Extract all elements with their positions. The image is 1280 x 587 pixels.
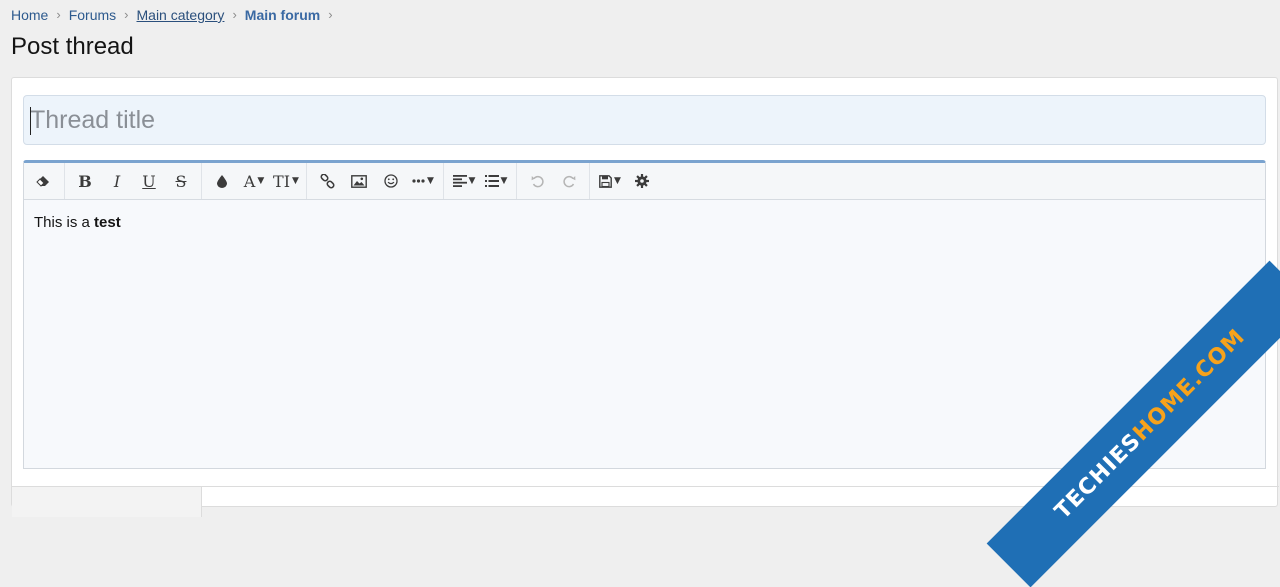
breadcrumb-separator: › [124,7,128,22]
editor-text: This is a [34,214,94,231]
strikethrough-button[interactable]: S [165,167,197,195]
toolbar-group-text-style: B I U S [65,163,202,199]
insert-link-button[interactable] [311,167,343,195]
editor-toolbar: B I U S A▼ TI▼ [24,163,1265,200]
undo-button[interactable] [521,167,553,195]
redo-button[interactable] [553,167,585,195]
redo-icon [563,175,576,188]
image-icon [351,175,367,188]
align-button[interactable]: ▼ [448,167,480,195]
editor-bold-text: test [94,214,121,231]
chevron-down-icon: ▼ [292,176,299,186]
gear-icon [635,174,649,188]
chevron-down-icon: ▼ [257,176,264,186]
eraser-icon [36,175,52,187]
save-icon [599,175,612,188]
footer-left-cell [12,487,202,517]
chevron-down-icon: ▼ [469,176,476,186]
breadcrumb-separator: › [56,7,60,22]
breadcrumb-separator: › [232,7,236,22]
smiley-icon [384,174,398,188]
drafts-button[interactable]: ▼ [594,167,626,195]
toolbar-group-history [517,163,590,199]
toolbar-group-misc: ▼ [590,163,662,199]
align-left-icon [453,175,467,187]
more-options-button[interactable]: ▼ [407,167,439,195]
breadcrumb: Home › Forums › Main category › Main for… [11,7,341,23]
bold-button[interactable]: B [69,167,101,195]
font-size-label: TI [273,172,290,191]
text-color-button[interactable] [206,167,238,195]
ellipsis-icon [412,179,425,183]
font-family-button[interactable]: A▼ [238,167,270,195]
remove-formatting-button[interactable] [28,167,60,195]
toolbar-group-paragraph: ▼ ▼ [444,163,517,199]
editor-content-area[interactable]: This is a test [24,200,1265,245]
settings-button[interactable] [626,167,658,195]
breadcrumb-main-forum-link[interactable]: Main forum [245,7,320,23]
font-family-label: A [244,172,256,191]
font-size-button[interactable]: TI▼ [270,167,302,195]
toolbar-group-font: A▼ TI▼ [202,163,307,199]
toolbar-group-clear [24,163,65,199]
droplet-icon [217,175,227,188]
underline-button[interactable]: U [133,167,165,195]
link-icon [320,174,335,189]
breadcrumb-separator: › [328,7,332,22]
breadcrumb-home-link[interactable]: Home [11,7,48,23]
list-button[interactable]: ▼ [480,167,512,195]
text-caret [30,107,31,135]
chevron-down-icon: ▼ [501,176,508,186]
insert-image-button[interactable] [343,167,375,195]
italic-button[interactable]: I [101,167,133,195]
breadcrumb-main-category-link[interactable]: Main category [137,7,225,23]
chevron-down-icon: ▼ [427,176,434,186]
smilies-button[interactable] [375,167,407,195]
toolbar-group-insert: ▼ [307,163,444,199]
rich-text-editor: B I U S A▼ TI▼ [23,160,1266,469]
undo-icon [531,175,544,188]
breadcrumb-forums-link[interactable]: Forums [69,7,116,23]
page-title: Post thread [11,33,134,61]
thread-title-input[interactable] [23,95,1266,145]
chevron-down-icon: ▼ [614,176,621,186]
list-icon [485,175,499,187]
